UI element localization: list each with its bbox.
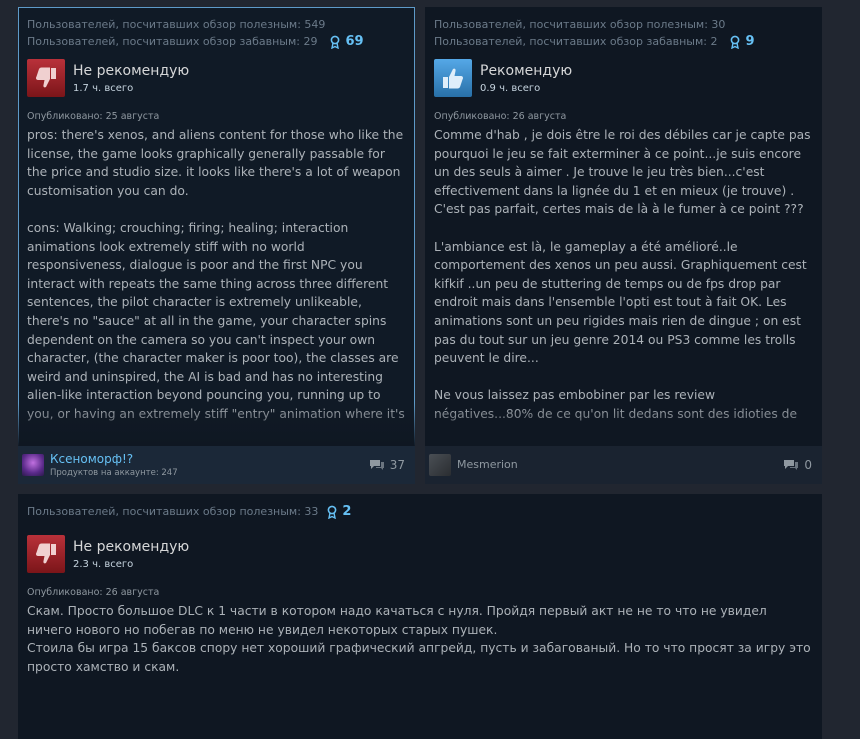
verdict[interactable]: Рекомендую 0.9 ч. всего bbox=[434, 59, 813, 97]
award-number: 69 bbox=[345, 34, 364, 49]
helpful-count: Пользователей, посчитавших обзор полезны… bbox=[434, 18, 726, 31]
review-card-1[interactable]: Пользователей, посчитавших обзор полезны… bbox=[18, 7, 415, 484]
review-stats: Пользователей, посчитавших обзор полезны… bbox=[18, 494, 822, 520]
hours-played: 2.3 ч. всего bbox=[73, 559, 134, 570]
award-count[interactable]: 2 bbox=[326, 503, 351, 520]
award-count[interactable]: 69 bbox=[329, 33, 364, 50]
posted-date: Опубликовано: 26 августа bbox=[434, 111, 567, 122]
thumbs-down-icon bbox=[27, 535, 65, 573]
review-stats: Пользователей, посчитавших обзор полезны… bbox=[18, 7, 415, 50]
hours-played: 0.9 ч. всего bbox=[480, 83, 541, 94]
review-text: pros: there's xenos, and aliens content … bbox=[27, 128, 405, 421]
author-name[interactable]: Mesmerion bbox=[457, 458, 783, 472]
award-icon bbox=[331, 35, 340, 49]
award-icon bbox=[328, 505, 337, 519]
author-products: Продуктов на аккаунте: 247 bbox=[50, 468, 178, 478]
author-name[interactable]: Ксеноморф!? bbox=[50, 452, 369, 466]
comment-count: 0 bbox=[804, 458, 812, 472]
funny-count: Пользователей, посчитавших обзор забавны… bbox=[434, 35, 718, 48]
avatar[interactable] bbox=[429, 454, 451, 476]
review-stats: Пользователей, посчитавших обзор полезны… bbox=[425, 7, 822, 50]
review-text: Comme d'hab , je dois être le roi des dé… bbox=[434, 128, 811, 421]
comment-count: 37 bbox=[389, 458, 405, 472]
review-footer: Mesmerion 0 bbox=[425, 446, 822, 484]
avatar[interactable] bbox=[22, 454, 44, 476]
hours-played: 1.7 ч. всего bbox=[73, 83, 134, 94]
verdict-title: Рекомендую bbox=[480, 63, 573, 79]
thumbs-down-icon bbox=[27, 59, 65, 97]
helpful-count: Пользователей, посчитавших обзор полезны… bbox=[27, 505, 319, 518]
award-number: 9 bbox=[745, 34, 755, 49]
comment-icon bbox=[784, 460, 799, 470]
verdict[interactable]: Не рекомендую 1.7 ч. всего bbox=[27, 59, 406, 97]
comments-link[interactable]: 0 bbox=[783, 458, 812, 472]
posted-date: Опубликовано: 25 августа bbox=[27, 111, 160, 122]
award-icon bbox=[731, 35, 740, 49]
award-count[interactable]: 9 bbox=[729, 33, 755, 50]
helpful-count: Пользователей, посчитавших обзор полезны… bbox=[27, 18, 326, 31]
verdict-title: Не рекомендую bbox=[73, 63, 190, 79]
review-text: Скам. Просто большое DLC к 1 части в кот… bbox=[27, 604, 811, 674]
comments-link[interactable]: 37 bbox=[369, 458, 405, 472]
verdict-title: Не рекомендую bbox=[73, 539, 190, 555]
thumbs-up-icon bbox=[434, 59, 472, 97]
review-footer: Ксеноморф!? Продуктов на аккаунте: 247 3… bbox=[18, 446, 415, 484]
verdict[interactable]: Не рекомендую 2.3 ч. всего bbox=[27, 535, 813, 573]
review-card-3[interactable]: Пользователей, посчитавших обзор полезны… bbox=[18, 494, 822, 739]
review-card-2[interactable]: Пользователей, посчитавших обзор полезны… bbox=[425, 7, 822, 484]
award-number: 2 bbox=[342, 504, 352, 519]
funny-count: Пользователей, посчитавших обзор забавны… bbox=[27, 35, 318, 48]
posted-date: Опубликовано: 26 августа bbox=[27, 587, 160, 598]
comment-icon bbox=[369, 460, 384, 470]
